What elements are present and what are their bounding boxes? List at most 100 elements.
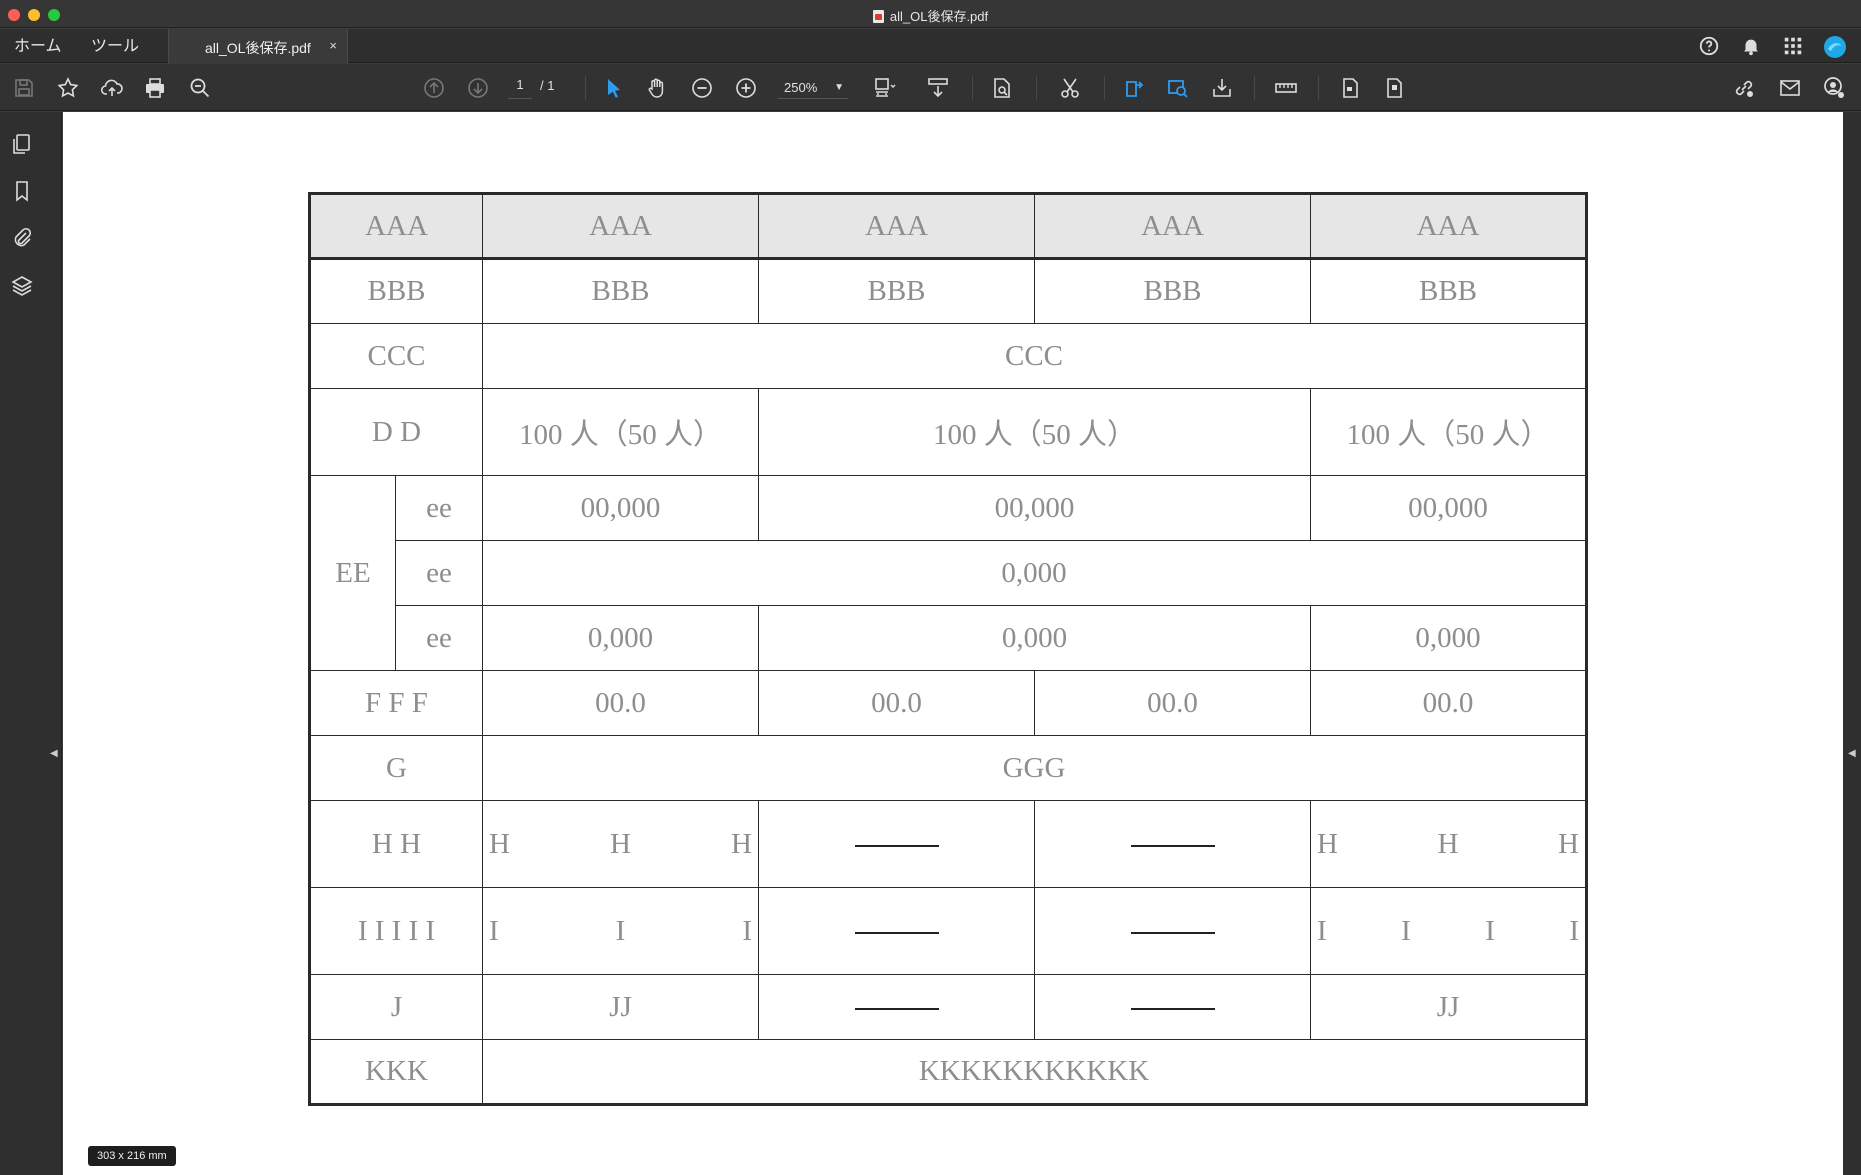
spread-text: HHH bbox=[483, 828, 758, 861]
attachment-icon[interactable] bbox=[10, 226, 34, 250]
chevron-down-icon: ▼ bbox=[834, 82, 844, 93]
save-icon[interactable] bbox=[12, 76, 36, 100]
dash-line bbox=[854, 1007, 939, 1010]
scan-blue-icon[interactable] bbox=[1166, 76, 1190, 100]
layers-icon[interactable] bbox=[10, 274, 34, 298]
select-cursor-icon[interactable] bbox=[602, 76, 626, 100]
zoom-search-icon[interactable] bbox=[188, 76, 212, 100]
page-number-input[interactable]: 1 bbox=[508, 77, 532, 99]
ruler-icon[interactable] bbox=[1274, 76, 1298, 100]
scroll-mode-icon[interactable] bbox=[926, 76, 950, 100]
table-row: AAA AAA AAA AAA AAA bbox=[309, 193, 1587, 259]
table-cell: BBB bbox=[1310, 258, 1587, 324]
dash-line bbox=[1130, 1007, 1215, 1010]
table-cell: 0,000 bbox=[758, 605, 1311, 671]
cell-char: I bbox=[1401, 914, 1411, 947]
close-tab-icon[interactable]: × bbox=[329, 38, 337, 53]
cloud-upload-icon[interactable] bbox=[100, 76, 124, 100]
table-cell: KKKKKKKKKKK bbox=[482, 1039, 1587, 1105]
table-cell: CCC bbox=[309, 323, 483, 389]
toolbar-divider bbox=[1036, 76, 1037, 100]
table-cell: D D bbox=[309, 388, 483, 476]
table-cell: 0,000 bbox=[482, 605, 759, 671]
table-cell: 00.0 bbox=[1310, 670, 1587, 736]
table-cell: EE bbox=[309, 475, 396, 671]
share-link-icon[interactable] bbox=[1732, 76, 1756, 100]
spread-text: HHH bbox=[1311, 828, 1585, 861]
table-cell: H H bbox=[309, 800, 483, 888]
email-icon[interactable] bbox=[1778, 76, 1802, 100]
table-cell: ee bbox=[395, 540, 483, 606]
toolbar-divider bbox=[585, 76, 586, 100]
table-cell: GGG bbox=[482, 735, 1587, 801]
document-alt-icon[interactable] bbox=[1382, 76, 1406, 100]
table-cell: AAA bbox=[482, 193, 759, 259]
toolbar-divider bbox=[1254, 76, 1255, 100]
page-thumbnails-icon[interactable] bbox=[10, 132, 34, 156]
table-cell: AAA bbox=[1310, 193, 1587, 259]
zoom-in-icon[interactable] bbox=[734, 76, 758, 100]
table-cell: 0,000 bbox=[482, 540, 1587, 606]
cell-char: H bbox=[610, 827, 631, 860]
document-tab[interactable]: all_OL後保存.pdf × bbox=[168, 29, 348, 63]
document-table: AAA AAA AAA AAA AAA BBB BBB BBB BBB BBB … bbox=[308, 192, 1588, 1106]
table-cell: JJ bbox=[1310, 974, 1587, 1040]
fit-page-icon[interactable] bbox=[872, 76, 896, 100]
table-cell: 00,000 bbox=[482, 475, 759, 541]
cell-char: I bbox=[1485, 914, 1495, 947]
table-cell: CCC bbox=[482, 323, 1587, 389]
table-cell bbox=[758, 974, 1035, 1040]
table-cell: 00,000 bbox=[758, 475, 1311, 541]
table-row: KKK KKKKKKKKKKK bbox=[309, 1039, 1587, 1105]
table-cell: AAA bbox=[758, 193, 1035, 259]
table-cell: ee bbox=[395, 475, 483, 541]
zoom-level-select[interactable]: 250% ▼ bbox=[778, 77, 848, 99]
add-user-icon[interactable] bbox=[1822, 76, 1846, 100]
scissors-icon[interactable] bbox=[1058, 76, 1082, 100]
table-cell: 00.0 bbox=[1034, 670, 1311, 736]
table-cell: KKK bbox=[309, 1039, 483, 1105]
expand-right-panel-icon[interactable]: ◀ bbox=[1848, 748, 1856, 759]
print-icon[interactable] bbox=[143, 76, 167, 100]
document-icon[interactable] bbox=[1338, 76, 1362, 100]
page-dimensions-badge: 303 x 216 mm bbox=[88, 1146, 176, 1166]
star-icon[interactable] bbox=[56, 76, 80, 100]
tab-home[interactable]: ホーム bbox=[14, 32, 62, 56]
main-toolbar: 1 / 1 250% ▼ bbox=[0, 64, 1861, 111]
spread-text: IIII bbox=[1311, 915, 1585, 948]
cell-char: H bbox=[1437, 827, 1459, 860]
previous-page-icon[interactable] bbox=[422, 76, 446, 100]
next-page-icon[interactable] bbox=[466, 76, 490, 100]
toolbar-divider bbox=[972, 76, 973, 100]
zoom-out-icon[interactable] bbox=[690, 76, 714, 100]
cell-char: I bbox=[1569, 914, 1579, 947]
apps-grid-icon[interactable] bbox=[1782, 35, 1804, 57]
table-cell bbox=[1034, 800, 1311, 888]
zoom-level-value: 250% bbox=[784, 80, 818, 95]
window-title: all_OL後保存.pdf bbox=[0, 6, 1861, 25]
table-cell: HHH bbox=[1310, 800, 1587, 888]
bookmark-icon[interactable] bbox=[10, 179, 34, 203]
table-cell: 100 人（50 人） bbox=[482, 388, 759, 476]
pdf-page: AAA AAA AAA AAA AAA BBB BBB BBB BBB BBB … bbox=[63, 112, 1843, 1175]
export-blue-icon[interactable] bbox=[1122, 76, 1146, 100]
table-cell: F F F bbox=[309, 670, 483, 736]
table-row: BBB BBB BBB BBB BBB bbox=[309, 258, 1587, 324]
table-row: H H HHH HHH bbox=[309, 800, 1587, 888]
cell-char: I bbox=[1317, 914, 1327, 947]
table-cell: III bbox=[482, 887, 759, 975]
table-cell: AAA bbox=[1034, 193, 1311, 259]
hand-tool-icon[interactable] bbox=[645, 76, 669, 100]
tab-tools[interactable]: ツール bbox=[91, 32, 139, 56]
table-cell: BBB bbox=[1034, 258, 1311, 324]
notification-bell-icon[interactable] bbox=[1740, 35, 1762, 57]
table-cell: BBB bbox=[309, 258, 483, 324]
help-icon[interactable] bbox=[1698, 35, 1720, 57]
page-search-icon[interactable] bbox=[990, 76, 1014, 100]
table-row: ee 0,000 bbox=[310, 540, 1587, 606]
collapse-left-panel-icon[interactable]: ◀ bbox=[50, 748, 58, 759]
account-avatar[interactable] bbox=[1823, 35, 1846, 58]
download-tray-icon[interactable] bbox=[1210, 76, 1234, 100]
spread-text: III bbox=[483, 915, 758, 948]
table-cell: 00,000 bbox=[1310, 475, 1587, 541]
